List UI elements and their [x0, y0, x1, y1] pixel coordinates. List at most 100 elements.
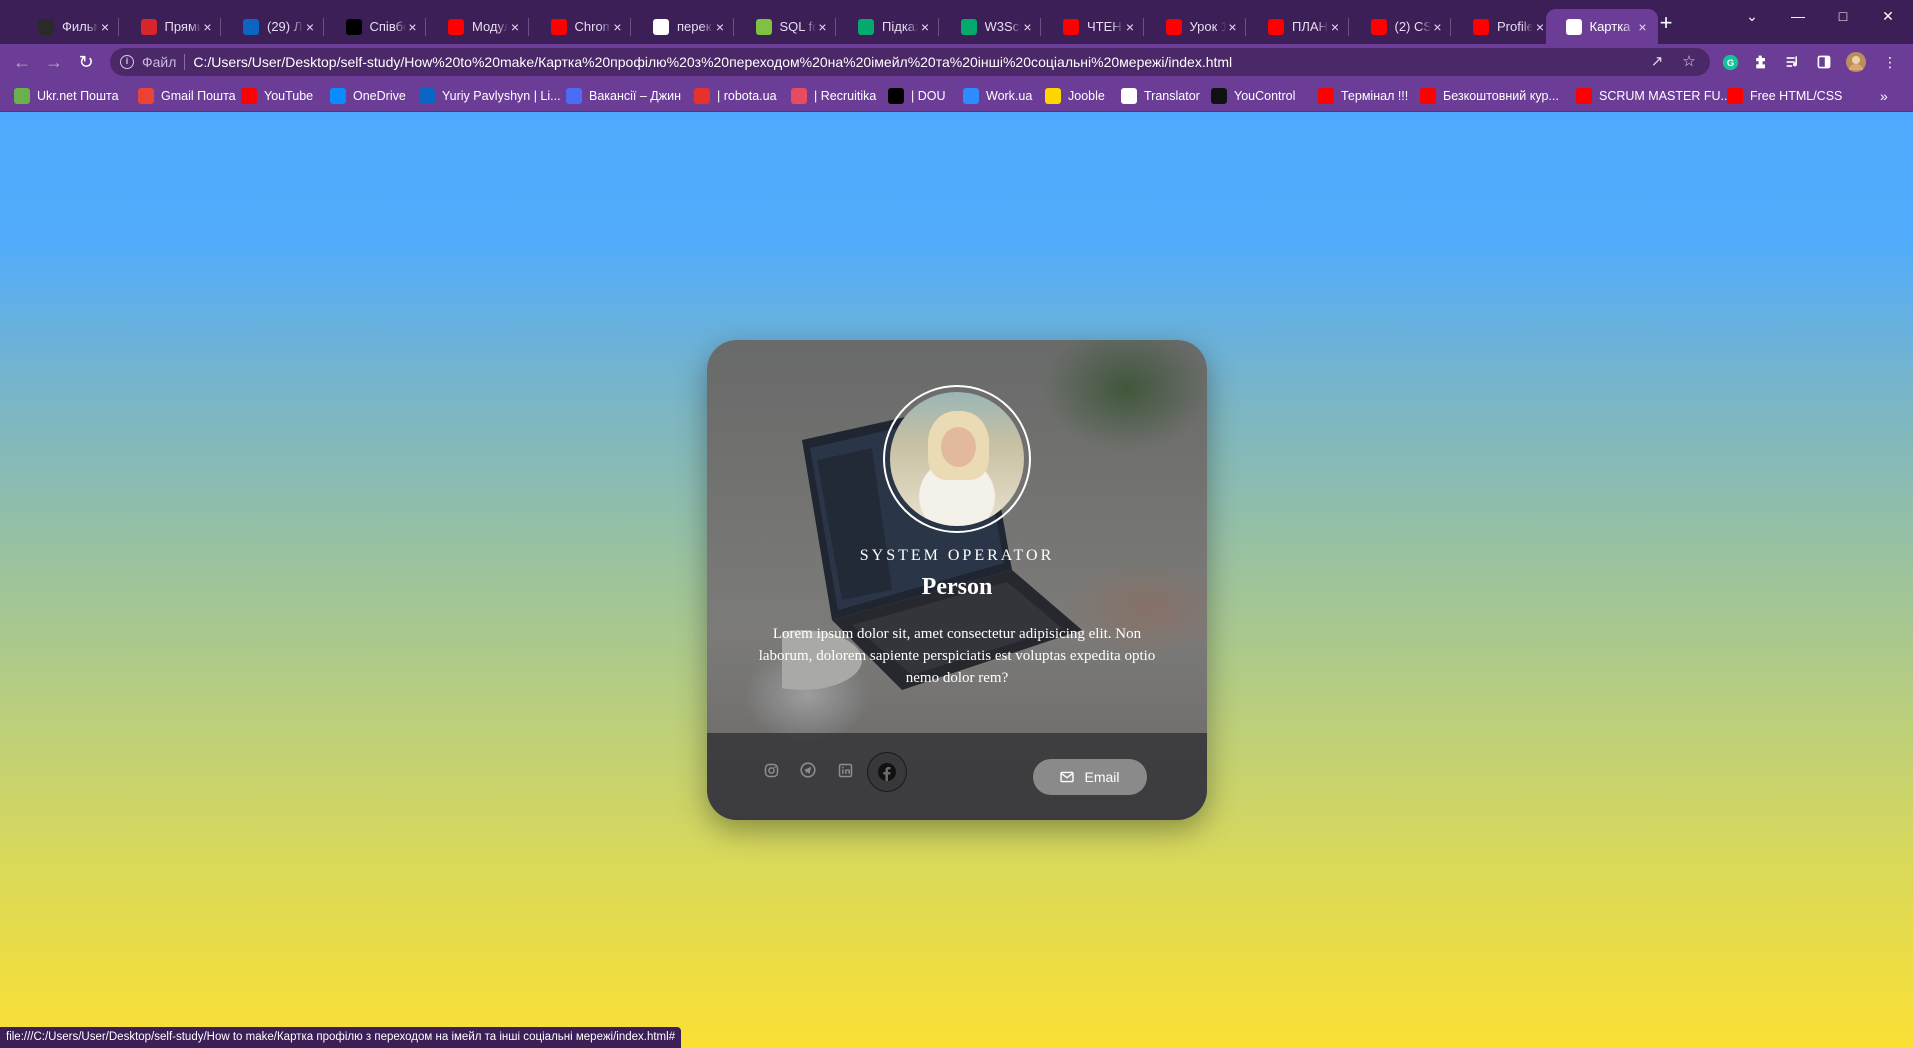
close-tab-icon[interactable]: × — [1123, 19, 1137, 35]
youtube-icon — [550, 18, 567, 35]
bookmark-item[interactable]: Ukr.net Пошта — [14, 86, 119, 106]
close-tab-icon[interactable]: × — [1021, 19, 1035, 35]
tab-label: ПЛАН — [1292, 19, 1328, 34]
workua-icon — [963, 88, 979, 104]
bookmark-item[interactable]: Безкоштовний кур... — [1420, 86, 1559, 106]
close-tab-icon[interactable]: × — [201, 19, 215, 35]
tab-2[interactable]: Прями × — [121, 9, 223, 44]
site-info-icon[interactable]: i — [120, 55, 134, 69]
bookmark-item[interactable]: Термінал !!! — [1318, 86, 1408, 106]
profile-avatar[interactable] — [1846, 52, 1866, 72]
tab-8[interactable]: SQL fo × — [736, 9, 838, 44]
youtube-icon — [1063, 18, 1079, 35]
youtube-icon — [241, 88, 257, 104]
close-tab-icon[interactable]: × — [508, 19, 522, 35]
bookmark-item[interactable]: | robota.ua — [694, 86, 777, 106]
svg-text:G: G — [1726, 57, 1733, 67]
gmail-icon — [138, 88, 154, 104]
bookmark-item[interactable]: | DOU — [888, 86, 946, 106]
grammarly-icon[interactable]: G — [1720, 52, 1740, 72]
back-button[interactable]: ← — [9, 49, 35, 75]
tab-15[interactable]: Profile × — [1453, 9, 1555, 44]
bookmark-item[interactable]: Вакансії – Джин — [566, 86, 681, 106]
tab-label: перекл — [677, 19, 713, 34]
maximize-button[interactable]: □ — [1823, 4, 1863, 28]
share-icon[interactable]: ↗ — [1648, 53, 1666, 71]
browser-menu-icon[interactable]: ⋮ — [1880, 52, 1900, 72]
close-tab-icon[interactable]: × — [1328, 19, 1342, 35]
bookmark-item[interactable]: Translator — [1121, 86, 1200, 106]
minimize-button[interactable]: — — [1778, 4, 1818, 28]
tab-label: Урок 1 — [1189, 19, 1226, 34]
tab-7[interactable]: перекл× — [633, 9, 735, 44]
reload-button[interactable]: ↻ — [73, 49, 99, 75]
close-tab-icon[interactable]: × — [1431, 19, 1445, 35]
close-tab-icon[interactable]: × — [918, 19, 932, 35]
tab-3[interactable]: (29) Ле× — [223, 9, 325, 44]
tab-10[interactable]: W3Sch× — [941, 9, 1043, 44]
tab-separator — [117, 18, 119, 36]
status-bar-url: file:///C:/Users/User/Desktop/self-study… — [0, 1027, 682, 1048]
bookmarks-overflow-icon[interactable]: » — [1880, 86, 1888, 106]
close-tab-icon[interactable]: × — [406, 19, 420, 35]
close-tab-icon[interactable]: × — [713, 19, 727, 35]
tab-16[interactable]: Картка × — [1545, 9, 1658, 44]
envelope-icon — [1060, 771, 1075, 783]
address-scheme-label: Файл — [142, 54, 177, 70]
tab-11[interactable]: ЧТЕНИ× — [1043, 9, 1145, 44]
close-tab-icon[interactable]: × — [1533, 19, 1547, 35]
address-bar[interactable]: i Файл C:/Users/User/Desktop/self-study/… — [110, 48, 1710, 76]
tab-12[interactable]: Урок 1 × — [1146, 9, 1248, 44]
close-tab-icon[interactable]: × — [98, 19, 112, 35]
address-url[interactable]: C:/Users/User/Desktop/self-study/How%20t… — [193, 54, 1232, 70]
bookmark-label: | DOU — [911, 89, 946, 103]
close-tab-icon[interactable]: × — [816, 19, 830, 35]
linkedin-icon[interactable] — [834, 759, 856, 781]
tab-search-button[interactable]: ⌄ — [1732, 4, 1772, 28]
email-button[interactable]: Email — [1033, 759, 1147, 795]
bookmark-item[interactable]: Work.ua — [963, 86, 1032, 106]
tab-1[interactable]: Фильм × — [18, 9, 120, 44]
tab-9[interactable]: Підказ × — [838, 9, 940, 44]
new-tab-button[interactable]: + — [1654, 12, 1678, 36]
recruitika-icon — [791, 88, 807, 104]
tab-5[interactable]: Модул × — [428, 9, 530, 44]
bookmark-item[interactable]: YouControl — [1211, 86, 1295, 106]
media-control-icon[interactable] — [1783, 52, 1803, 72]
youcontrol-icon — [1211, 88, 1227, 104]
close-tab-icon[interactable]: × — [1226, 19, 1240, 35]
bookmark-label: YouTube — [264, 89, 314, 103]
tab-6[interactable]: Chrom × — [531, 9, 633, 44]
bookmark-label: SCRUM MASTER FU... — [1599, 89, 1731, 103]
bookmark-item[interactable]: Gmail Пошта — [138, 86, 236, 106]
bookmark-item[interactable]: | Recruitika — [791, 86, 876, 106]
instagram-icon[interactable] — [760, 759, 782, 781]
extensions-icon[interactable] — [1751, 52, 1771, 72]
close-tab-icon[interactable]: × — [611, 19, 625, 35]
close-tab-icon[interactable]: × — [1636, 19, 1650, 35]
tab-label: Profile — [1497, 19, 1533, 34]
onedrive-icon — [330, 88, 346, 104]
tab-4[interactable]: Співбе× — [326, 9, 428, 44]
tab-separator — [527, 18, 529, 36]
close-tab-icon[interactable]: × — [303, 19, 317, 35]
bookmark-item[interactable]: Free HTML/CSS — [1727, 86, 1842, 106]
facebook-icon[interactable] — [867, 752, 907, 792]
bookmark-item[interactable]: Yuriy Pavlyshyn | Li... — [419, 86, 561, 106]
tab-13[interactable]: ПЛАН × — [1248, 9, 1350, 44]
bookmark-item[interactable]: YouTube — [241, 86, 313, 106]
bookmark-item[interactable]: OneDrive — [330, 86, 406, 106]
jooble-icon — [1045, 88, 1061, 104]
robota-icon — [694, 88, 710, 104]
forward-button[interactable]: → — [41, 49, 67, 75]
telegram-icon[interactable] — [797, 759, 819, 781]
profile-name: Person — [921, 574, 993, 600]
bookmark-star-icon[interactable]: ☆ — [1680, 53, 1698, 71]
bookmark-item[interactable]: SCRUM MASTER FU... — [1576, 86, 1731, 106]
side-panel-icon[interactable] — [1814, 52, 1834, 72]
google-icon — [653, 18, 669, 35]
tab-label: Підказ — [882, 19, 918, 34]
close-window-button[interactable]: ✕ — [1868, 4, 1908, 28]
bookmark-item[interactable]: Jooble — [1045, 86, 1105, 106]
tab-14[interactable]: (2) CSS× — [1351, 9, 1453, 44]
